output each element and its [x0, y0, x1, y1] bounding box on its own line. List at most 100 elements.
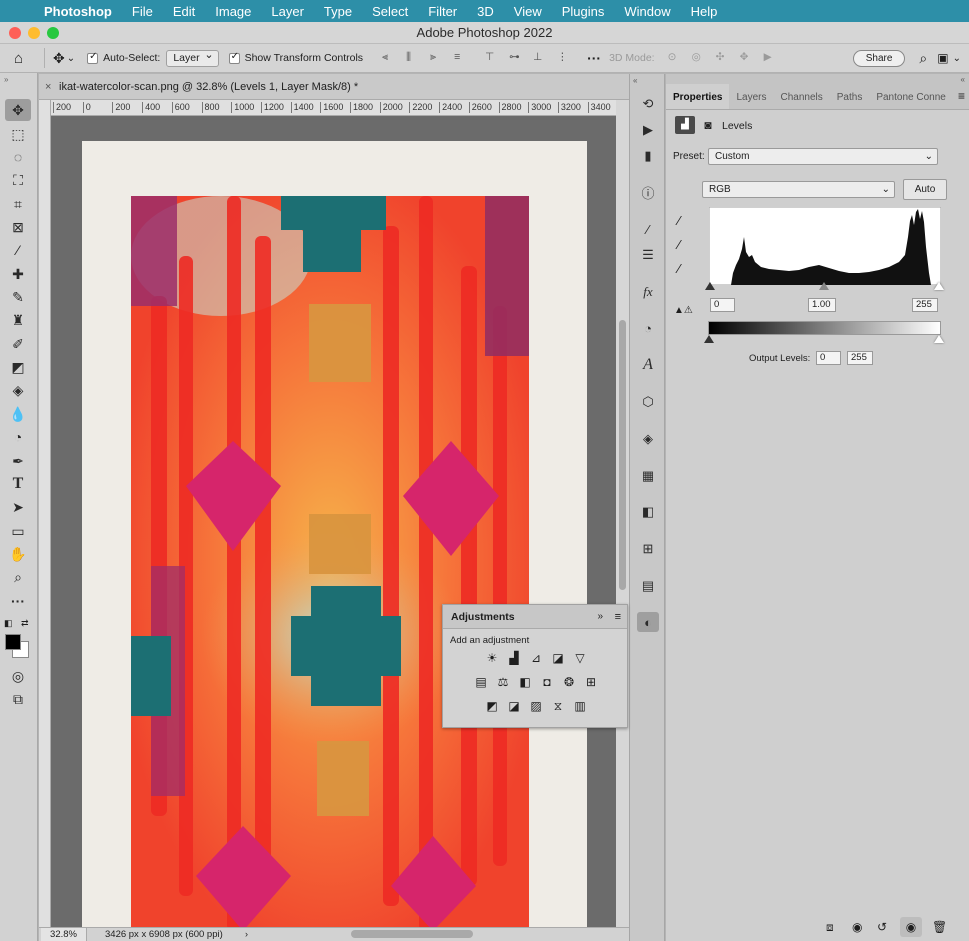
- lasso-tool-icon[interactable]: ◌: [5, 146, 31, 168]
- tab-paths[interactable]: Paths: [830, 92, 870, 109]
- dodge-tool-icon[interactable]: ◔: [5, 426, 31, 448]
- vertical-ruler[interactable]: [39, 100, 51, 927]
- expand-dock-icon[interactable]: «: [633, 76, 637, 85]
- document-tab[interactable]: × ikat-watercolor-scan.png @ 32.8% (Leve…: [39, 74, 629, 100]
- menu-help[interactable]: Help: [681, 4, 728, 19]
- show-transform-checkbox[interactable]: [228, 51, 240, 64]
- horizontal-ruler[interactable]: 200 0 200 400 600 800 1000 1200 1400 1600 1800 2000…: [51, 100, 616, 116]
- view-previous-state-icon[interactable]: ◉: [852, 920, 862, 934]
- input-white-slider[interactable]: [934, 282, 944, 290]
- adjustments-header[interactable]: Adjustments » ≡: [443, 605, 627, 629]
- marquee-tool-icon[interactable]: ⬚: [5, 123, 31, 145]
- scroll-thumb[interactable]: [619, 320, 626, 590]
- menu-view[interactable]: View: [504, 4, 552, 19]
- output-white-field[interactable]: 255: [847, 351, 873, 365]
- menu-type[interactable]: Type: [314, 4, 362, 19]
- foreground-color-swatch[interactable]: [5, 634, 21, 650]
- color-lookup-icon[interactable]: ⊞: [583, 675, 599, 689]
- close-tab-icon[interactable]: ×: [45, 74, 51, 100]
- swap-colors-icon[interactable]: ⇄: [21, 618, 29, 629]
- search-icon[interactable]: ⌕: [919, 50, 927, 67]
- layer-mask-icon[interactable]: ◙: [699, 116, 717, 134]
- channel-dropdown[interactable]: RGB ⌄: [702, 181, 895, 198]
- horizontal-scroll-thumb[interactable]: [351, 930, 473, 938]
- move-tool-icon[interactable]: ✥: [5, 99, 31, 121]
- auto-select-dropdown[interactable]: Layer: [166, 48, 219, 67]
- crop-tool-icon[interactable]: ⌗: [5, 193, 31, 215]
- share-button[interactable]: Share: [852, 49, 906, 67]
- panel-menu-icon[interactable]: ≡: [954, 89, 969, 109]
- 3d-pan-icon[interactable]: ✣: [716, 51, 730, 65]
- screen-mode-icon[interactable]: ⧉: [5, 688, 31, 710]
- table-panel-icon[interactable]: ⊞: [637, 539, 659, 559]
- frame-tool-icon[interactable]: ⊠: [5, 216, 31, 238]
- 3d-roll-icon[interactable]: ◎: [692, 51, 706, 65]
- 3d-panel-icon[interactable]: ⬡: [637, 392, 659, 412]
- output-black-slider[interactable]: [704, 335, 714, 343]
- clipping-warning-icon[interactable]: ▲⚠: [674, 305, 693, 316]
- delete-icon[interactable]: 🗑: [932, 920, 947, 934]
- align-bottom-icon[interactable]: ⊥: [533, 51, 547, 65]
- eraser-tool-icon[interactable]: ◩: [5, 356, 31, 378]
- type-tool-icon[interactable]: T: [5, 473, 31, 495]
- threshold-icon[interactable]: ▨: [528, 699, 544, 713]
- path-selection-tool-icon[interactable]: ➤: [5, 496, 31, 518]
- distribute-v-icon[interactable]: ⋮: [557, 51, 571, 65]
- close-window-button[interactable]: [9, 27, 21, 39]
- move-tool-preset-icon[interactable]: ✥: [53, 50, 65, 67]
- align-right-icon[interactable]: ⫸: [430, 51, 444, 65]
- 3d-orbit-icon[interactable]: ⊙: [668, 51, 682, 65]
- hand-tool-icon[interactable]: ✋: [5, 543, 31, 565]
- collapse-icon[interactable]: »: [4, 75, 8, 84]
- menu-filter[interactable]: Filter: [418, 4, 467, 19]
- chevron-down-icon[interactable]: ⌄: [953, 53, 961, 64]
- default-colors-icon[interactable]: ◧: [4, 618, 13, 629]
- brush-tool-icon[interactable]: ✎: [5, 286, 31, 308]
- menu-app-name[interactable]: Photoshop: [38, 4, 122, 19]
- gradient-map-icon[interactable]: ▥: [572, 699, 588, 713]
- info-panel-icon[interactable]: ⓘ: [637, 182, 659, 202]
- input-gamma-field[interactable]: 1.00: [808, 298, 836, 312]
- input-black-field[interactable]: 0: [710, 298, 735, 312]
- photo-filter-icon[interactable]: ◘: [539, 675, 555, 689]
- eyedropper-tool-icon[interactable]: ⁄: [5, 239, 31, 261]
- tab-channels[interactable]: Channels: [773, 92, 829, 109]
- clip-to-layer-icon[interactable]: ⧈: [826, 920, 834, 935]
- black-white-icon[interactable]: ◧: [517, 675, 533, 689]
- menu-file[interactable]: File: [122, 4, 163, 19]
- curves-icon[interactable]: ⊿: [528, 651, 544, 665]
- invert-icon[interactable]: ◩: [484, 699, 500, 713]
- menu-image[interactable]: Image: [205, 4, 261, 19]
- auto-button[interactable]: Auto: [903, 179, 947, 200]
- brush-settings-icon[interactable]: ☰: [637, 245, 659, 265]
- vertical-scrollbar[interactable]: [616, 100, 629, 927]
- exposure-icon[interactable]: ◪: [550, 651, 566, 665]
- menu-edit[interactable]: Edit: [163, 4, 205, 19]
- chevron-right-icon[interactable]: ›: [245, 928, 248, 941]
- tool-presets-icon[interactable]: ▮: [637, 146, 659, 166]
- reset-icon[interactable]: ↺: [877, 920, 887, 934]
- libraries-panel-icon[interactable]: ▤: [637, 576, 659, 596]
- output-black-field[interactable]: 0: [816, 351, 841, 365]
- vibrance-icon[interactable]: ▽: [572, 651, 588, 665]
- brightness-contrast-icon[interactable]: ☀: [484, 651, 500, 665]
- selective-color-icon[interactable]: ⧖: [550, 699, 566, 713]
- patterns-panel-icon[interactable]: ▦: [637, 466, 659, 486]
- navigator-panel-icon[interactable]: ◈: [637, 429, 659, 449]
- swatches-panel-icon[interactable]: ◔: [637, 318, 659, 338]
- styles-panel-icon[interactable]: fx: [637, 282, 659, 302]
- menu-plugins[interactable]: Plugins: [552, 4, 615, 19]
- adjustments-panel-icon[interactable]: ◐: [637, 612, 659, 632]
- white-point-eyedropper-icon[interactable]: ⁄: [678, 261, 680, 276]
- gray-point-eyedropper-icon[interactable]: ⁄: [678, 237, 680, 252]
- black-point-eyedropper-icon[interactable]: ⁄: [678, 213, 680, 228]
- align-center-h-icon[interactable]: ⫼: [406, 51, 420, 65]
- pen-tool-icon[interactable]: ✒: [5, 450, 31, 472]
- quick-mask-icon[interactable]: ◎: [5, 665, 31, 687]
- input-black-slider[interactable]: [705, 282, 715, 290]
- preset-dropdown[interactable]: Custom ⌄: [708, 148, 938, 165]
- 3d-scale-icon[interactable]: ▶: [764, 51, 778, 65]
- menu-3d[interactable]: 3D: [467, 4, 504, 19]
- menu-layer[interactable]: Layer: [261, 4, 314, 19]
- history-brush-tool-icon[interactable]: ✐: [5, 333, 31, 355]
